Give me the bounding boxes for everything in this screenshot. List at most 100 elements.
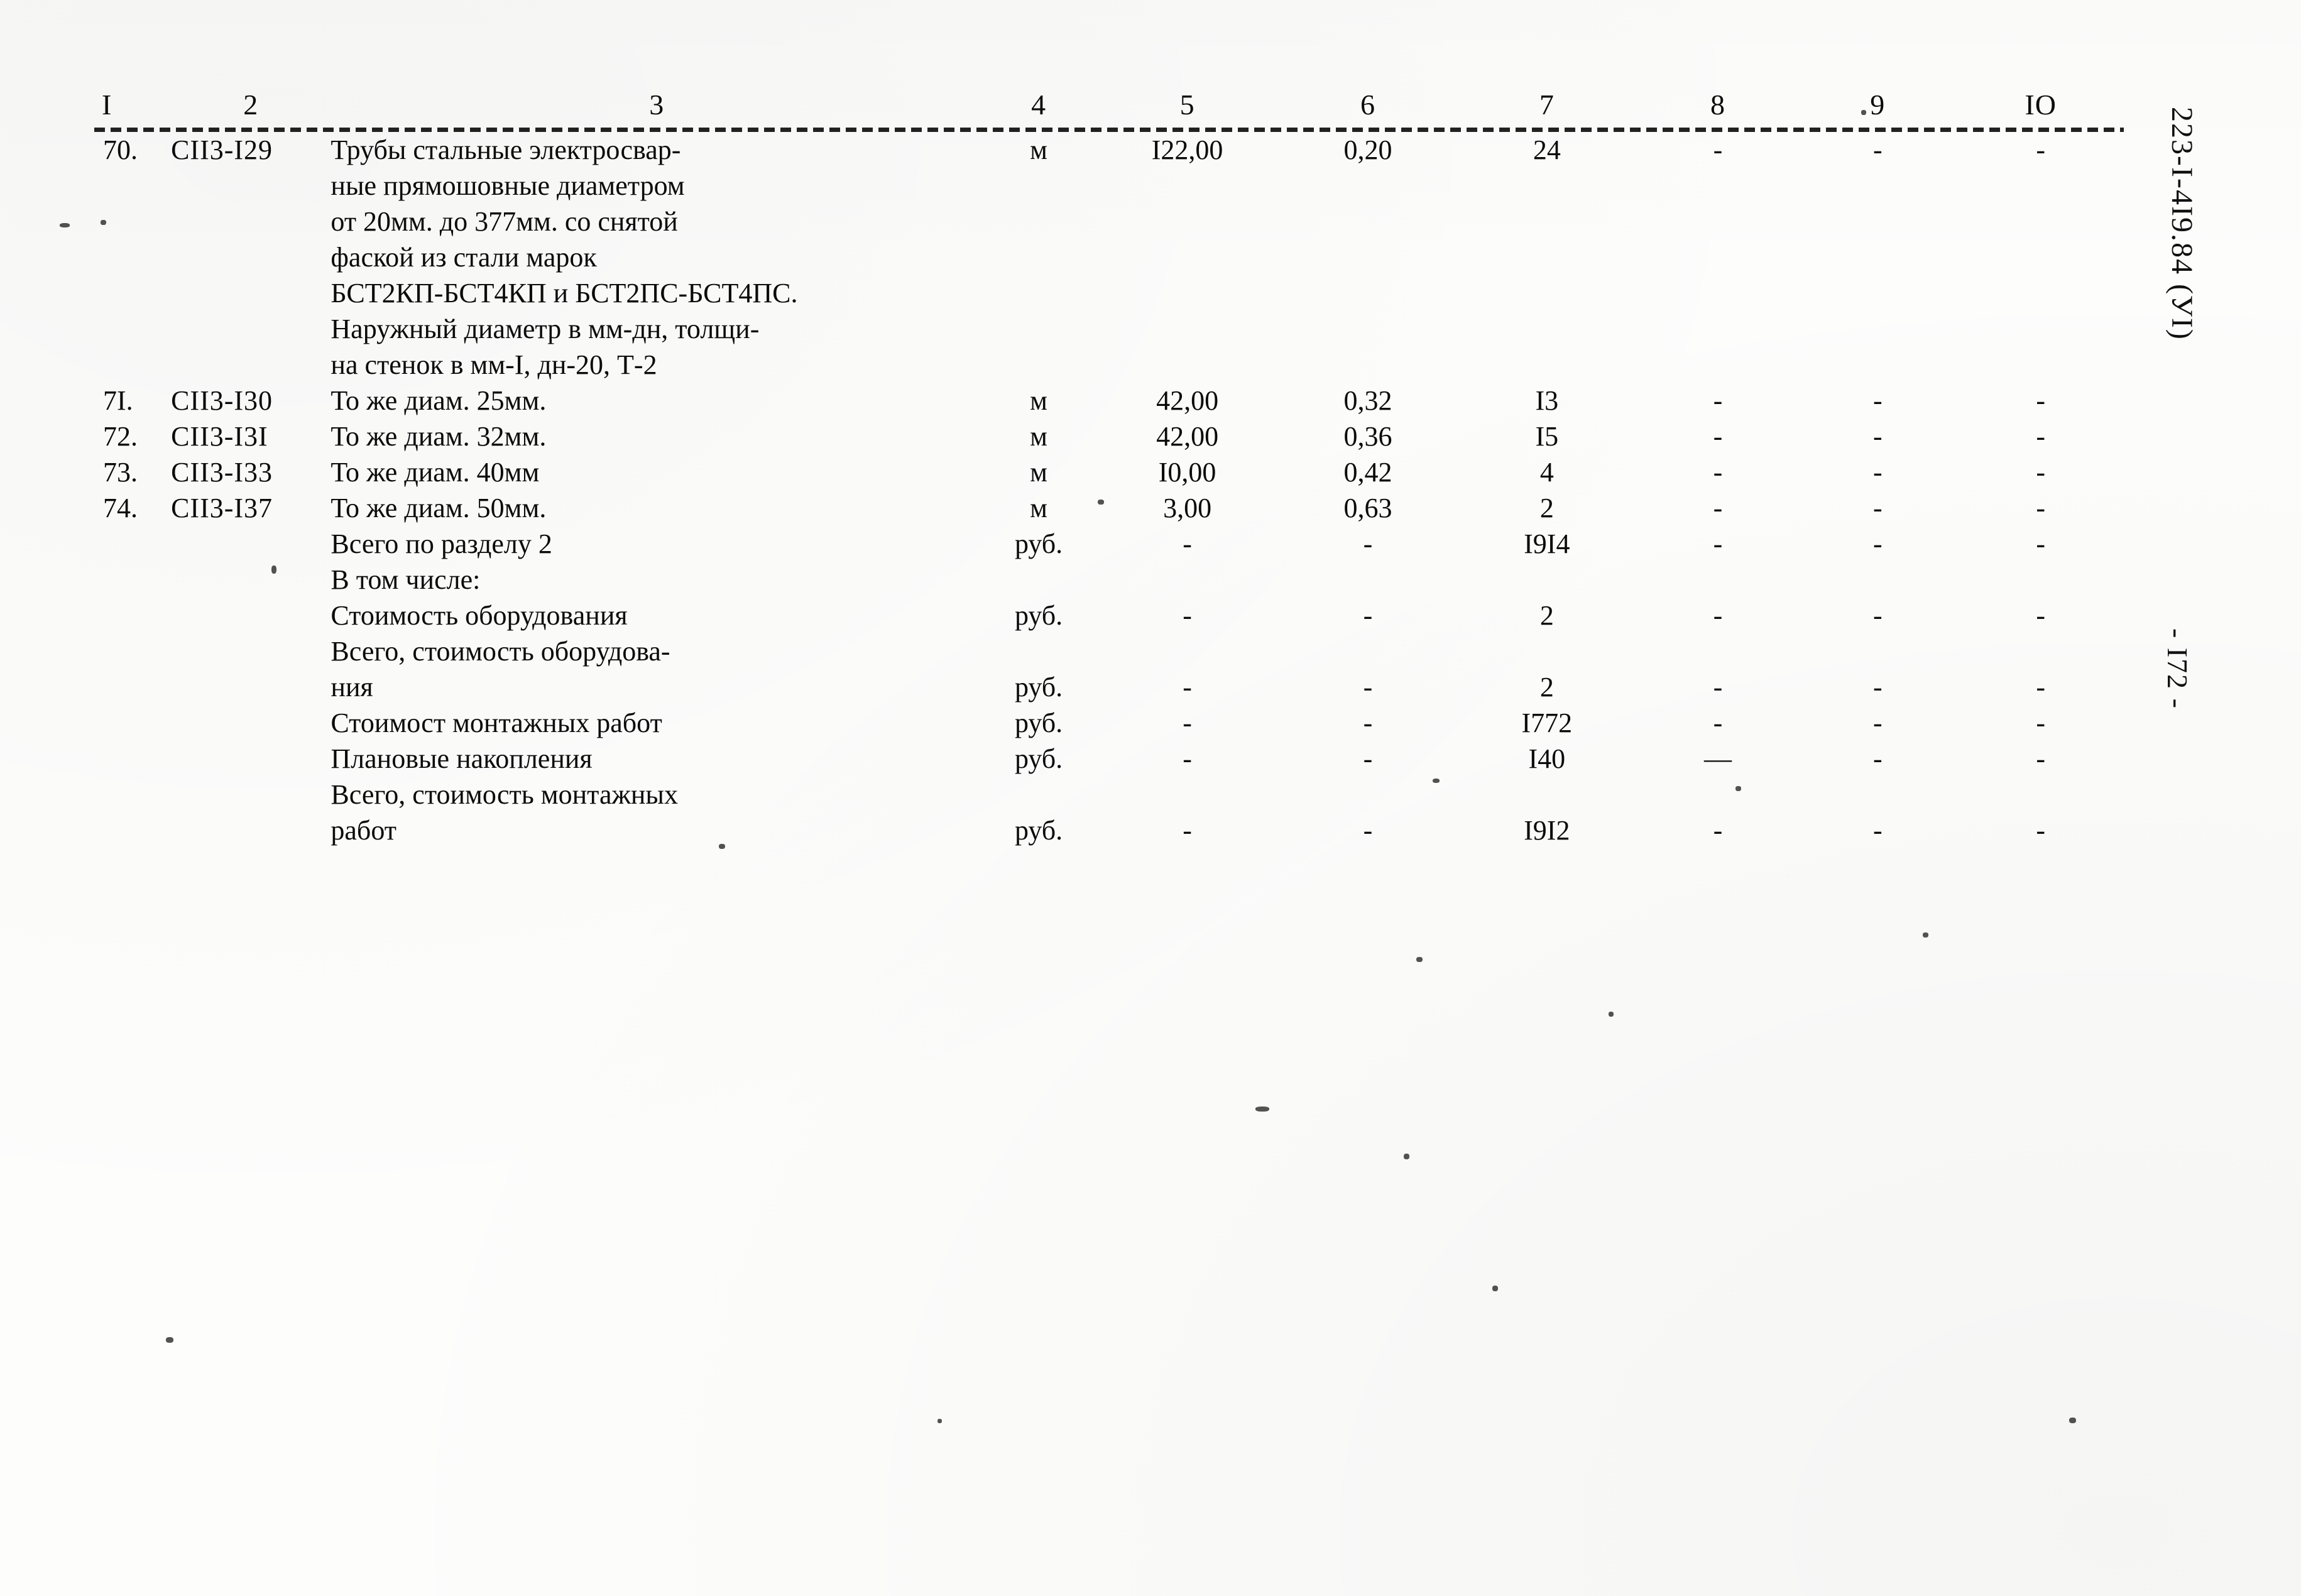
row-col8: - [1713,708,1723,738]
summary-row: Стоимост монтажных работ руб. - - I772 -… [94,705,2124,741]
row-weight: - [1363,672,1373,702]
row-col8: - [1713,815,1723,846]
row-unit: м [1030,457,1047,488]
header-separator-row [94,128,2124,132]
desc-line: БСТ2КП-БСТ4КП и БСТ2ПС-БСТ4ПС. [331,278,798,309]
table-header-row: I 2 3 4 5 6 7 8 9 IO [94,88,2124,128]
desc-line: То же диам. 32мм. [331,421,547,452]
column-header-6: 6 [1360,89,1375,121]
scan-speck [1492,1286,1498,1291]
row-col9: - [1872,815,1883,846]
row-quantity: - [1183,815,1192,846]
row-quantity: 42,00 [1156,421,1219,452]
desc-line: Наружный диаметр в мм-дн, толщи- [331,314,760,344]
row-unit: руб. [1014,528,1063,559]
desc-line: на стенок в мм-I, дн-20, Т-2 [331,349,657,380]
desc-line: от 20мм. до 377мм. со снятой [331,206,678,237]
scan-speck [1609,1012,1614,1017]
row-number [94,633,171,705]
scan-speck [1404,1154,1409,1159]
row-sum: I772 [1521,708,1573,738]
desc-line: работ [331,815,396,846]
column-header-2: 2 [243,89,259,121]
desc-line: То же диам. 25мм. [331,385,547,416]
row-col10: - [2036,385,2046,416]
row-quantity: - [1183,600,1192,631]
summary-row: Всего, стоимость монтажных работ руб. - … [94,777,2124,848]
row-col10: - [2036,672,2046,702]
estimate-table: I 2 3 4 5 6 7 8 9 IO 70. СII3-I29 Трубы … [94,88,2124,848]
row-code: СII3-I29 [171,134,273,165]
row-quantity: I22,00 [1151,134,1223,165]
scan-speck [937,1419,942,1423]
row-unit: руб. [1014,600,1063,631]
scan-speck [1416,957,1423,962]
summary-row: Плановые накопления руб. - - I40 — - - [94,741,2124,777]
row-code [171,777,331,848]
row-col9: - [1872,457,1883,488]
row-weight: - [1363,815,1373,846]
summary-label: Всего, стоимость оборудова- ния [331,633,983,705]
row-description: То же диам. 40мм [331,454,983,490]
column-header-7: 7 [1539,89,1555,121]
row-sum: I9I2 [1524,815,1570,846]
row-unit: м [1030,493,1047,523]
row-unit: м [1030,385,1047,416]
row-number [94,526,171,562]
row-sum: 24 [1533,134,1561,165]
row-sum: 2 [1539,672,1554,702]
column-header-8: 8 [1710,89,1725,121]
table-row: 7I. СII3-I30 То же диам. 25мм. м 42,00 0… [94,383,2124,418]
desc-line: ные прямошовные диаметром [331,170,685,201]
row-sum: I5 [1535,421,1559,452]
row-weight: - [1363,743,1373,774]
row-quantity [1095,562,1280,598]
row-number [94,598,171,633]
column-header-3: 3 [649,89,665,121]
desc-line: В том числе: [331,564,481,595]
row-col9: - [1872,743,1883,774]
row-col8: - [1713,457,1723,488]
row-col10: - [2036,815,2046,846]
scanned-page: I 2 3 4 5 6 7 8 9 IO 70. СII3-I29 Трубы … [0,0,2301,1596]
row-code [171,562,331,598]
row-number: 73. [103,457,138,488]
row-code [171,741,331,777]
document-sheet: I 2 3 4 5 6 7 8 9 IO 70. СII3-I29 Трубы … [0,0,2301,1596]
desc-line: Стоимост монтажных работ [331,708,662,738]
row-number: 72. [103,421,138,452]
row-sum: I9I4 [1524,528,1570,559]
row-col8: - [1713,493,1723,523]
row-col8: - [1713,421,1723,452]
row-sum: 4 [1539,457,1554,488]
row-number [94,562,171,598]
row-sum: 2 [1539,600,1554,631]
desc-line: фаской из стали марок [331,242,597,273]
page-number-marker: - I72 - [2162,628,2194,709]
row-unit: руб. [1014,815,1063,846]
row-description: То же диам. 32мм. [331,418,983,454]
row-weight: 0,42 [1343,457,1392,488]
row-unit: руб. [1014,708,1063,738]
row-col9 [1798,562,1957,598]
row-unit [983,562,1095,598]
row-col10: - [2036,421,2046,452]
row-col8: - [1713,600,1723,631]
row-col10: - [2036,457,2046,488]
row-code [171,705,331,741]
row-col10: - [2036,600,2046,631]
desc-line: То же диам. 40мм [331,457,540,488]
row-col9: - [1872,421,1883,452]
row-code [171,526,331,562]
desc-line: Плановые накопления [331,743,593,774]
row-col9: - [1872,385,1883,416]
document-code-vertical: 223-I-4I9.84 (УI) [2165,107,2199,341]
row-quantity: 3,00 [1163,493,1212,523]
row-col10: - [2036,708,2046,738]
table-row: 73. СII3-I33 То же диам. 40мм м I0,00 0,… [94,454,2124,490]
row-col8: - [1713,528,1723,559]
row-weight: - [1363,708,1373,738]
scan-speck [60,223,70,227]
row-unit: м [1030,134,1047,165]
summary-row: В том числе: [94,562,2124,598]
